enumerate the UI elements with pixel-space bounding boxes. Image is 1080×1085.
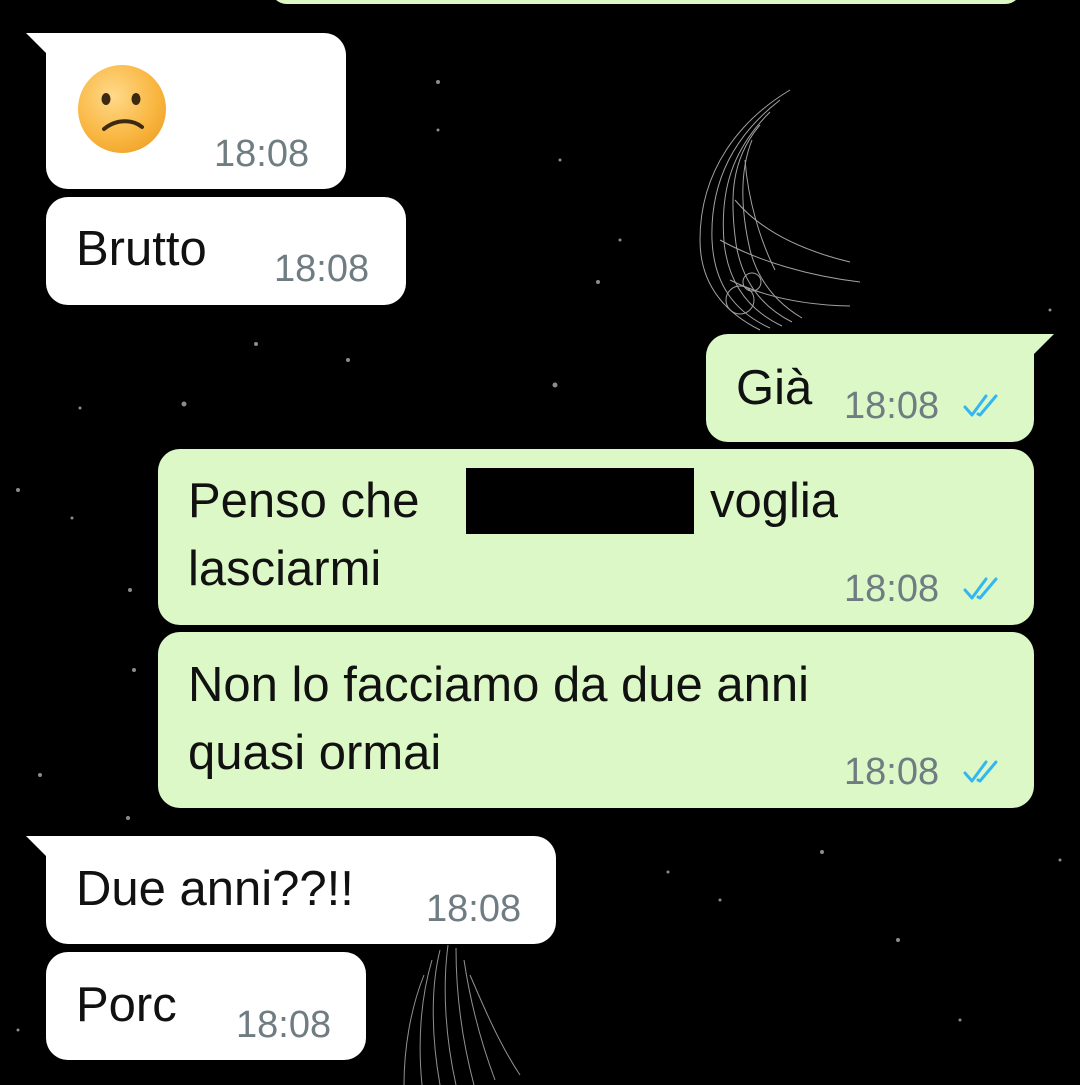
previous-message-bubble[interactable] (270, 0, 1022, 4)
message-text: Già (736, 361, 813, 415)
message-time: 18:08 (844, 385, 940, 427)
message-text-line: Penso che (188, 474, 420, 528)
message-text-line: lasciarmi (188, 542, 382, 596)
chat-area[interactable]: 18:08 Brutto 18:08 Già 18:08 Penso che v… (0, 0, 1080, 1085)
message-text-line: voglia (710, 474, 839, 528)
message-text: Due anni??!! (76, 862, 354, 916)
message-bubble-outgoing[interactable]: Non lo facciamo da due anni quasi ormai … (158, 632, 1034, 808)
message-bubble-incoming[interactable]: Brutto 18:08 (46, 197, 406, 305)
confused-face-emoji-icon (78, 65, 166, 153)
message-time: 18:08 (214, 133, 310, 175)
message-text: Porc (76, 978, 177, 1032)
message-time: 18:08 (844, 568, 940, 610)
message-time: 18:08 (236, 1004, 332, 1046)
message-bubble-incoming[interactable]: 18:08 (26, 33, 346, 189)
message-text: Brutto (76, 222, 207, 276)
read-receipt-icon (963, 577, 998, 600)
message-time: 18:08 (426, 888, 522, 930)
message-bubble-outgoing[interactable]: Già 18:08 (706, 334, 1054, 442)
read-receipt-icon (963, 760, 998, 783)
message-time: 18:08 (274, 248, 370, 290)
message-bubble-outgoing[interactable]: Penso che voglia lasciarmi 18:08 (158, 449, 1034, 625)
read-receipt-icon (963, 394, 998, 417)
redacted-name-block (466, 468, 694, 534)
message-bubble-incoming[interactable]: Due anni??!! 18:08 (26, 836, 556, 944)
message-time: 18:08 (844, 751, 940, 793)
message-bubble-incoming[interactable]: Porc 18:08 (46, 952, 366, 1060)
message-text-line: Non lo facciamo da due anni (188, 658, 810, 712)
message-text-line: quasi ormai (188, 726, 442, 780)
